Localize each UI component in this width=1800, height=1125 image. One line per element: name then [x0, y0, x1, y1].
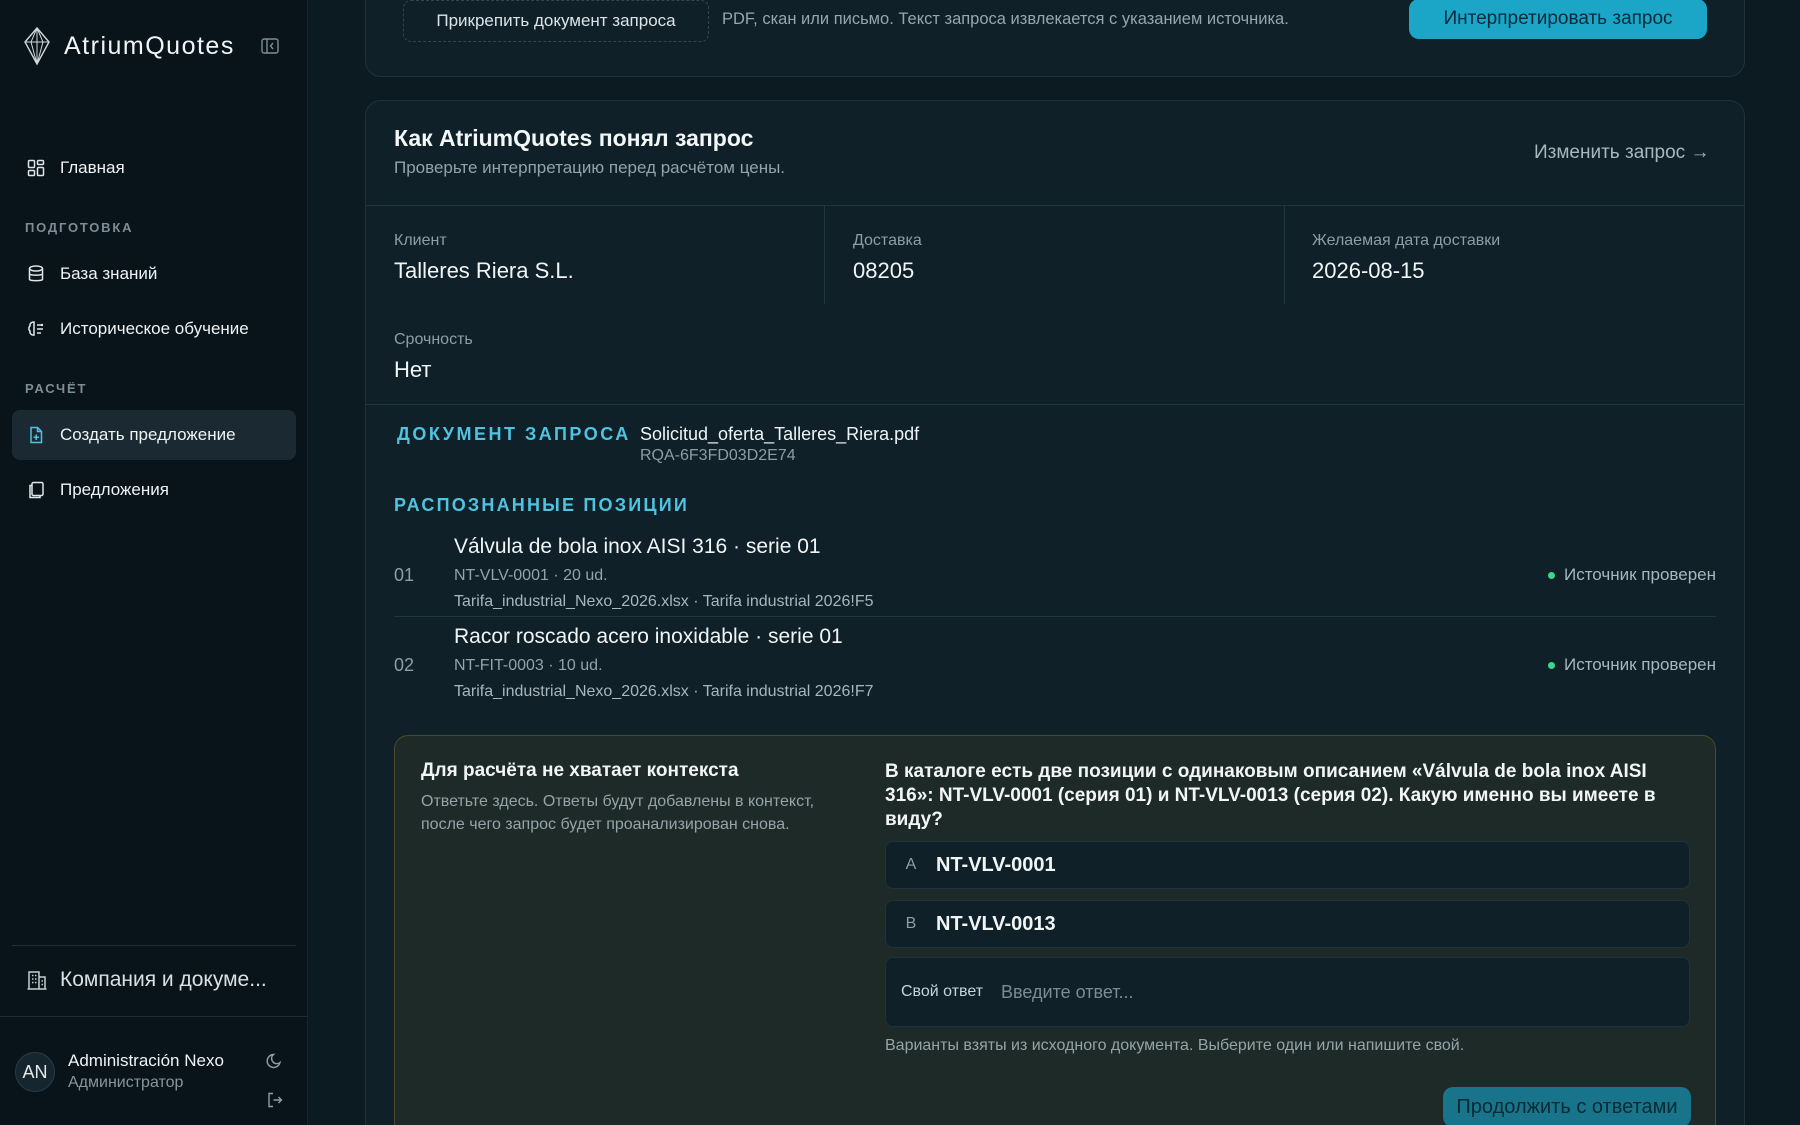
- missing-context-subtitle: Ответьте здесь. Ответы будут добавлены в…: [421, 793, 815, 833]
- user-panel: AN Administración Nexo Администратор: [0, 1016, 308, 1125]
- section-calc-label: РАСЧЁТ: [25, 381, 88, 396]
- upload-hint: PDF, скан или письмо. Текст запроса извл…: [722, 10, 1289, 28]
- collapse-sidebar-icon[interactable]: [260, 36, 280, 56]
- nav-quotes-label: Предложения: [60, 480, 169, 499]
- interpretation-title: Как AtriumQuotes понял запрос: [394, 125, 754, 151]
- clarification-question: В каталоге есть две позиции с одинаковым…: [885, 761, 1656, 830]
- item-source[interactable]: Tarifa_industrial_Nexo_2026.xlsx · Tarif…: [454, 683, 873, 701]
- brand-name: AtriumQuotes: [64, 31, 235, 60]
- urgency-label: Срочность: [394, 331, 473, 348]
- file-plus-icon: [30, 426, 43, 444]
- status-dot-icon: [1547, 571, 1555, 579]
- option-value: NT-VLV-0001: [936, 853, 1056, 876]
- nav-quotes[interactable]: Предложения: [12, 465, 296, 515]
- database-icon: [28, 265, 44, 282]
- status-text: Источник проверен: [1563, 655, 1716, 674]
- nav-home-label: Главная: [60, 158, 125, 177]
- list-item: 01 Válvula de bola inox AISI 316 · serie…: [394, 535, 1716, 623]
- status-text: Источник проверен: [1563, 565, 1716, 584]
- item-code: NT-FIT-0003 · 10 ud.: [454, 657, 603, 674]
- item-number: 02: [394, 655, 415, 675]
- brain-icon: [28, 321, 44, 336]
- item-title: Racor roscado acero inoxidable · serie 0…: [454, 625, 843, 648]
- divider: [824, 205, 825, 304]
- nav-history-label: Историческое обучение: [60, 319, 249, 338]
- options-hint: Варианты взяты из исходного документа. В…: [885, 1037, 1465, 1054]
- nav-create-quote[interactable]: Создать предложение: [12, 410, 296, 460]
- request-document-label: ДОКУМЕНТ ЗАПРОСА: [397, 424, 631, 444]
- interpret-request-button[interactable]: Интерпретировать запрос: [1409, 0, 1707, 39]
- avatar[interactable]: AN: [15, 1052, 55, 1092]
- interpretation-subtitle: Проверьте интерпретацию перед расчётом ц…: [394, 158, 786, 177]
- client-value: Talleres Riera S.L.: [394, 258, 574, 283]
- item-source[interactable]: Tarifa_industrial_Nexo_2026.xlsx · Tarif…: [454, 593, 873, 611]
- nav-knowledge-label: База знаний: [60, 264, 158, 283]
- custom-answer-field: Свой ответ: [885, 957, 1690, 1027]
- option-letter: A: [905, 856, 917, 873]
- missing-context-title: Для расчёта не хватает контекста: [421, 760, 739, 781]
- sidebar-divider: [12, 945, 296, 946]
- request-document-name[interactable]: Solicitud_oferta_Talleres_Riera.pdf: [640, 424, 919, 445]
- option-value: NT-VLV-0013: [936, 912, 1056, 935]
- divider: [366, 404, 1744, 405]
- missing-context-box: Для расчёта не хватает контекста Ответьт…: [394, 735, 1716, 1125]
- delivery-label: Доставка: [853, 232, 922, 249]
- custom-answer-input[interactable]: [1001, 981, 1602, 1003]
- company-documents-link[interactable]: Компания и докуме...: [12, 955, 296, 1005]
- sidebar: AtriumQuotes Главная ПОДГОТОВКА База зна…: [0, 0, 308, 1125]
- request-document-id: RQA-6F3FD03D2E74: [640, 447, 796, 464]
- option-letter: B: [905, 915, 917, 932]
- desired-date-label: Желаемая дата доставки: [1312, 232, 1501, 249]
- divider: [366, 205, 1744, 206]
- custom-answer-label: Свой ответ: [901, 983, 984, 1000]
- desired-date-value: 2026-08-15: [1312, 258, 1425, 283]
- brand[interactable]: AtriumQuotes: [22, 26, 235, 66]
- delivery-value: 08205: [853, 258, 915, 283]
- divider: [394, 616, 1716, 617]
- user-role: Администратор: [68, 1074, 184, 1091]
- nav-historical-learning[interactable]: Историческое обучение: [12, 304, 296, 354]
- item-code: NT-VLV-0001 · 20 ud.: [454, 567, 608, 584]
- answer-option-b[interactable]: B NT-VLV-0013: [885, 900, 1690, 948]
- client-label: Клиент: [394, 232, 447, 249]
- section-prep-label: ПОДГОТОВКА: [25, 220, 134, 235]
- documents-icon: [29, 481, 44, 499]
- list-item: 02 Racor roscado acero inoxidable · seri…: [394, 625, 1716, 713]
- nav-knowledge-base[interactable]: База знаний: [12, 249, 296, 299]
- logo-icon: [24, 26, 50, 66]
- moon-icon[interactable]: [266, 1051, 284, 1069]
- nav-home[interactable]: Главная: [12, 143, 296, 193]
- user-name: Administración Nexo: [68, 1051, 224, 1070]
- interpretation-card: Как AtriumQuotes понял запрос Проверьте …: [365, 100, 1745, 1125]
- building-icon: [27, 971, 47, 990]
- recognized-items-label: РАСПОЗНАННЫЕ ПОЗИЦИИ: [394, 495, 689, 515]
- company-label: Компания и докуме...: [60, 968, 267, 991]
- item-title: Válvula de bola inox AISI 316 · serie 01: [454, 535, 821, 558]
- edit-request-link[interactable]: Изменить запрос →: [1534, 142, 1709, 164]
- divider: [1284, 205, 1285, 304]
- logout-icon[interactable]: [266, 1091, 284, 1109]
- answer-option-a[interactable]: A NT-VLV-0001: [885, 841, 1690, 889]
- nav-create-label: Создать предложение: [60, 425, 236, 444]
- upload-card: Прикрепить документ запроса PDF, скан ил…: [365, 0, 1745, 77]
- attach-document-button[interactable]: Прикрепить документ запроса: [403, 0, 709, 42]
- urgency-value: Нет: [394, 357, 432, 382]
- status-dot-icon: [1547, 661, 1555, 669]
- status-badge: Источник проверен: [1547, 655, 1716, 675]
- continue-with-answers-button[interactable]: Продолжить с ответами: [1443, 1087, 1691, 1125]
- dashboard-icon: [27, 159, 45, 177]
- item-number: 01: [394, 565, 415, 585]
- status-badge: Источник проверен: [1547, 565, 1716, 585]
